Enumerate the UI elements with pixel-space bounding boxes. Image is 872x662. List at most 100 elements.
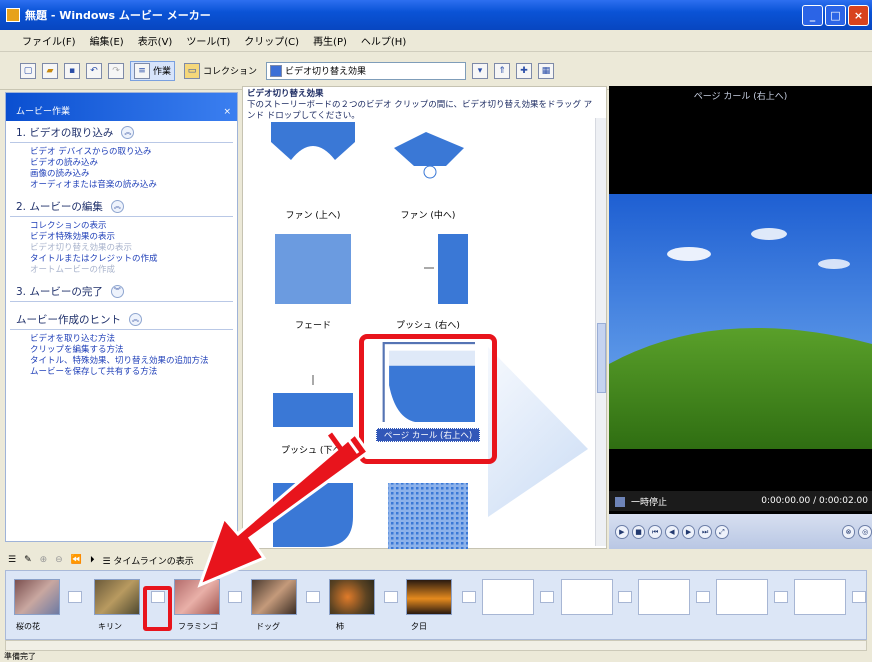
rewind-icon[interactable]: ◀ <box>665 524 679 539</box>
vertical-scrollbar[interactable] <box>595 118 606 546</box>
playback-time: 0:00:00.00 / 0:00:02.00 <box>761 496 868 506</box>
narrate-icon[interactable]: ✎ <box>24 555 32 565</box>
menu-clip[interactable]: クリップ(C) <box>244 33 299 48</box>
empty-clip-slot[interactable] <box>561 579 613 615</box>
collections-button[interactable]: ▭ コレクション <box>181 61 260 81</box>
save-icon[interactable]: ▪ <box>64 62 80 79</box>
clip-thumbnail[interactable] <box>94 579 140 615</box>
task-pane-header: ムービー作業 × <box>6 93 237 121</box>
transition-fade[interactable]: フェード <box>253 232 373 331</box>
section-tips[interactable]: ムービー作成のヒント ︽ <box>10 308 233 330</box>
link-import-video[interactable]: ビデオの読み込み <box>6 158 237 169</box>
up-folder-icon[interactable]: ⇑ <box>494 62 511 79</box>
link-make-titles[interactable]: タイトルまたはクレジットの作成 <box>6 254 237 265</box>
section-title: ムービー作成のヒント <box>16 314 121 326</box>
section-finish[interactable]: 3. ムービーの完了 ︾ <box>10 280 233 302</box>
horizontal-scrollbar[interactable] <box>5 640 867 651</box>
transition-slot[interactable] <box>618 591 632 603</box>
menu-view[interactable]: 表示(V) <box>138 33 173 48</box>
fan-up-thumbnail <box>271 122 355 196</box>
link-view-effects[interactable]: ビデオ特殊効果の表示 <box>6 232 237 243</box>
transition-slot[interactable] <box>852 591 866 603</box>
empty-clip-slot[interactable] <box>482 579 534 615</box>
section-title: 2. ムービーの編集 <box>16 201 103 213</box>
scroll-thumb[interactable] <box>597 323 606 393</box>
menu-help[interactable]: ヘルプ(H) <box>361 33 406 48</box>
transition-slot[interactable] <box>774 591 788 603</box>
preview-video <box>609 194 872 449</box>
collection-combo[interactable]: ビデオ切り替え効果 <box>266 61 467 80</box>
dropdown-icon[interactable]: ▾ <box>472 62 489 79</box>
close-pane-icon[interactable]: × <box>223 107 231 117</box>
minimize-button[interactable]: _ <box>802 5 823 26</box>
next-frame-icon[interactable]: ⏭ <box>698 524 713 539</box>
play-storyboard-icon[interactable]: ⏵ <box>90 555 95 565</box>
new-folder-icon[interactable]: ✚ <box>516 62 533 79</box>
link-tip-edit[interactable]: クリップを編集する方法 <box>6 345 237 356</box>
transition-fan-in[interactable]: ファン (中へ) <box>368 122 488 221</box>
forward-icon[interactable]: ▶ <box>681 524 696 539</box>
transition-slot[interactable] <box>696 591 710 603</box>
transition-page-curl-up-right[interactable]: ページ カール (右上へ) <box>368 342 488 442</box>
link-capture-device[interactable]: ビデオ デバイスからの取り込み <box>6 147 237 158</box>
zoom-out-icon[interactable]: ⊖ <box>55 555 63 565</box>
transition-slot[interactable] <box>384 591 398 603</box>
play-icon[interactable]: ▶ <box>615 524 629 539</box>
chevron-up-icon[interactable]: ︽ <box>121 126 135 139</box>
transition-push-right[interactable]: プッシュ (右へ) <box>368 232 488 331</box>
clip-thumbnail[interactable] <box>14 579 60 615</box>
link-tip-effects[interactable]: タイトル、特殊効果、切り替え効果の追加方法 <box>6 356 237 367</box>
transition-slot[interactable] <box>68 591 82 603</box>
link-tip-capture[interactable]: ビデオを取り込む方法 <box>6 334 237 345</box>
transition-fan-up[interactable]: ファン (上へ) <box>253 122 373 221</box>
empty-clip-slot[interactable] <box>716 579 768 615</box>
collections-label: コレクション <box>203 67 258 77</box>
rewind-storyboard-icon[interactable]: ⏪ <box>71 555 82 565</box>
tasks-button[interactable]: ≡ 作業 <box>130 60 176 81</box>
show-timeline-icon: ☰ <box>102 556 111 567</box>
section-edit[interactable]: 2. ムービーの編集 ︽ <box>10 195 233 217</box>
clip-thumbnail[interactable] <box>406 579 452 615</box>
empty-clip-slot[interactable] <box>794 579 846 615</box>
title-bar: 無題 - Windows ムービー メーカー _ □ × <box>0 0 872 30</box>
menu-file[interactable]: ファイル(F) <box>22 33 76 48</box>
menu-tools[interactable]: ツール(T) <box>186 33 230 48</box>
chevron-up-icon[interactable]: ︽ <box>110 200 124 213</box>
pixelate-thumbnail <box>388 483 468 549</box>
close-button[interactable]: × <box>848 5 869 26</box>
chevron-down-icon[interactable]: ︾ <box>110 285 124 298</box>
link-import-audio[interactable]: オーディオまたは音楽の読み込み <box>6 180 237 191</box>
redo-icon[interactable]: ↷ <box>108 62 124 79</box>
status-text: 一時停止 <box>631 497 668 508</box>
transition-label: フェード <box>294 321 331 331</box>
link-tip-save[interactable]: ムービーを保存して共有する方法 <box>6 367 237 378</box>
zoom-in-icon[interactable]: ⊕ <box>40 555 48 565</box>
link-import-pictures[interactable]: 画像の読み込み <box>6 169 237 180</box>
transition-slot[interactable] <box>540 591 554 603</box>
split-icon[interactable]: ⊗ <box>841 524 856 539</box>
snapshot-icon[interactable]: ◎ <box>858 524 872 539</box>
fullscreen-icon[interactable]: ⤢ <box>715 524 729 539</box>
transition-slot[interactable] <box>462 591 476 603</box>
empty-clip-slot[interactable] <box>638 579 690 615</box>
section-capture[interactable]: 1. ビデオの取り込み ︽ <box>10 121 233 143</box>
timeline-icon[interactable]: ☰ <box>8 555 16 565</box>
open-project-icon[interactable]: ▰ <box>42 62 58 79</box>
clip-label: 桜の花 <box>16 622 40 631</box>
link-view-collections[interactable]: コレクションの表示 <box>6 221 237 232</box>
clip-label: ドッグ <box>256 622 280 631</box>
views-icon[interactable]: ▦ <box>538 62 555 79</box>
stop-icon[interactable]: ■ <box>631 524 646 539</box>
storyboard-toolbar: ☰ ✎ ⊕ ⊖ ⏪ ⏵ ☰ タイムラインの表示 <box>0 550 872 570</box>
maximize-button[interactable]: □ <box>825 5 846 26</box>
menu-edit[interactable]: 編集(E) <box>90 33 124 48</box>
chevron-up-icon[interactable]: ︽ <box>129 313 142 326</box>
undo-icon[interactable]: ↶ <box>86 62 102 79</box>
menu-play[interactable]: 再生(P) <box>313 33 347 48</box>
status-icon <box>615 497 625 507</box>
transition-label: プッシュ (右へ) <box>396 321 460 331</box>
preview-monitor: ページ カール (右上へ) 一時停止 0:00:00.00 / 0:00:02.… <box>609 86 872 549</box>
previous-frame-icon[interactable]: ⏮ <box>648 524 663 539</box>
new-project-icon[interactable]: ▢ <box>20 62 36 79</box>
transition-pixelate[interactable] <box>368 477 488 551</box>
